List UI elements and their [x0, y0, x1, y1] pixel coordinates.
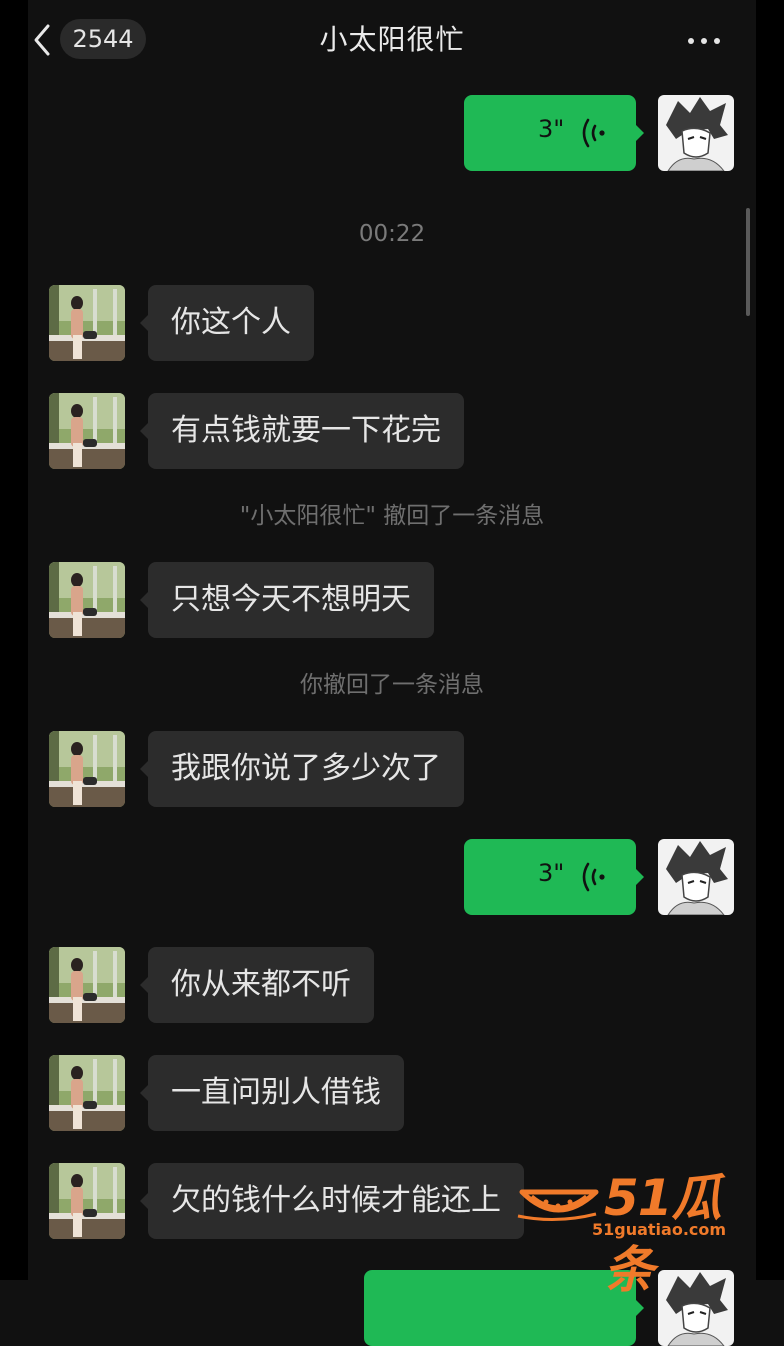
voice-wave-icon	[582, 118, 605, 148]
recall-notice: 你撤回了一条消息	[300, 672, 484, 698]
text-message-bubble[interactable]: 有点钱就要一下花完	[140, 393, 464, 469]
contact-avatar[interactable]	[49, 285, 125, 361]
voice-wave-icon	[582, 862, 605, 892]
text-message-bubble[interactable]: 欠的钱什么时候才能还上	[140, 1163, 524, 1239]
text-message-bubble[interactable]: 一直问别人借钱	[140, 1055, 404, 1131]
screen-edge-left	[0, 0, 28, 1280]
voice-message-bubble[interactable]	[364, 1270, 644, 1346]
my-avatar[interactable]	[658, 95, 734, 171]
text-message-bubble[interactable]: 我跟你说了多少次了	[140, 731, 464, 807]
voice-duration: 3"	[538, 115, 565, 143]
text-message-bubble[interactable]: 只想今天不想明天	[140, 562, 434, 638]
contact-avatar[interactable]	[49, 1163, 125, 1239]
my-avatar[interactable]	[658, 839, 734, 915]
more-dots-icon[interactable]	[684, 26, 724, 54]
screen-edge-right	[756, 0, 784, 1280]
site-watermark: 51瓜条 51guatiao.com	[512, 1158, 762, 1299]
message-timestamp: 00:22	[358, 221, 426, 247]
voice-duration: 3"	[538, 859, 565, 887]
voice-message-bubble[interactable]: 3"	[464, 95, 644, 171]
contact-avatar[interactable]	[49, 1055, 125, 1131]
contact-avatar[interactable]	[49, 731, 125, 807]
recall-notice: "小太阳很忙" 撤回了一条消息	[239, 503, 545, 529]
watermelon-logo-icon	[517, 1189, 599, 1222]
chat-title: 小太阳很忙	[319, 23, 465, 56]
text-message-bubble[interactable]: 你从来都不听	[140, 947, 374, 1023]
contact-avatar[interactable]	[49, 562, 125, 638]
voice-message-bubble[interactable]: 3"	[464, 839, 644, 915]
watermark-site: 51guatiao.com	[592, 1220, 727, 1239]
contact-avatar[interactable]	[49, 947, 125, 1023]
text-message-bubble[interactable]: 你这个人	[140, 285, 314, 361]
contact-avatar[interactable]	[49, 393, 125, 469]
